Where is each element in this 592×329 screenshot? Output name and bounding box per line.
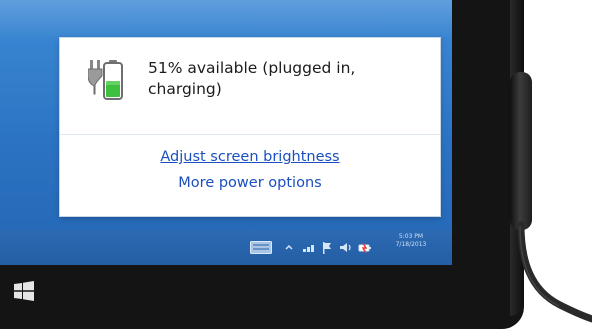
- taskbar: [0, 230, 452, 265]
- more-power-options-link[interactable]: More power options: [60, 175, 440, 191]
- battery-status-line-1: 51% available (plugged in,: [148, 59, 356, 77]
- chevron-up-icon[interactable]: [284, 242, 294, 252]
- clock-date: 7/18/2013: [395, 241, 427, 248]
- windows-logo-icon[interactable]: [14, 281, 34, 301]
- battery-charging-icon: [88, 60, 123, 100]
- flag-icon[interactable]: [322, 242, 332, 254]
- tablet-photo: 51% available (plugged in, charging) Adj…: [0, 0, 592, 329]
- battery-status-line-2: charging): [148, 80, 222, 98]
- battery-flyout: 51% available (plugged in, charging) Adj…: [60, 38, 440, 216]
- power-icon[interactable]: [358, 242, 372, 253]
- clock-time: 5:03 PM: [398, 233, 424, 240]
- volume-icon[interactable]: [340, 242, 352, 253]
- adjust-brightness-link[interactable]: Adjust screen brightness: [60, 149, 440, 165]
- screen-sheen: [0, 0, 452, 40]
- battery-status-text: 51% available (plugged in, charging): [148, 58, 418, 100]
- keyboard-icon[interactable]: [250, 241, 272, 254]
- flyout-divider: [60, 134, 440, 135]
- network-icon[interactable]: [303, 242, 317, 252]
- screen: 51% available (plugged in, charging) Adj…: [0, 0, 452, 265]
- taskbar-clock[interactable]: 5:03 PM 7/18/2013: [386, 233, 436, 249]
